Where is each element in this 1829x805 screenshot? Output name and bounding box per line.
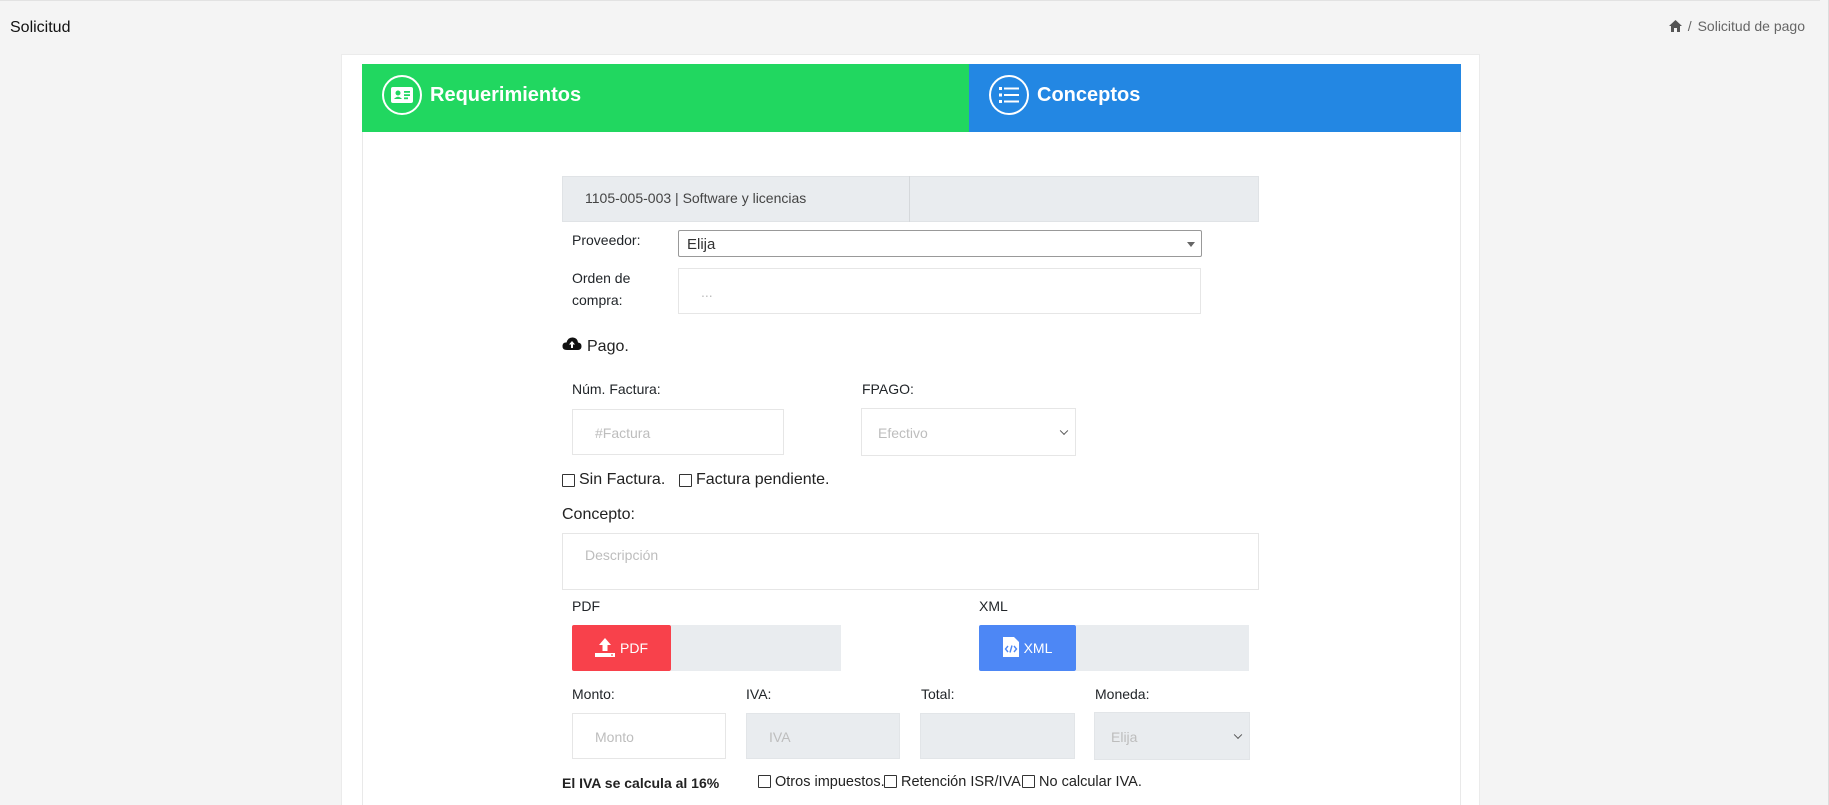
monto-label: Monto: <box>572 686 615 702</box>
num-factura-label: Núm. Factura: <box>572 381 661 397</box>
xml-upload-button[interactable]: XML <box>979 625 1076 671</box>
otros-impuestos-checkbox[interactable] <box>758 775 771 788</box>
breadcrumb-current: Solicitud de pago <box>1697 18 1805 34</box>
concepto-label: Concepto: <box>562 506 635 523</box>
num-factura-placeholder: #Factura <box>595 425 651 441</box>
no-calcular-iva-label: No calcular IVA. <box>1039 774 1142 790</box>
sin-factura-checkbox[interactable] <box>562 474 575 487</box>
num-factura-input[interactable]: #Factura <box>572 409 784 455</box>
chevron-down-icon <box>1187 242 1195 247</box>
orden-compra-placeholder: ... <box>701 284 713 300</box>
tab-conceptos[interactable]: Conceptos <box>969 64 1461 132</box>
top-border <box>0 0 1829 1</box>
concepto-textarea[interactable]: Descripción <box>562 533 1259 590</box>
xml-label: XML <box>979 598 1008 614</box>
pdf-upload-label: PDF <box>620 640 648 656</box>
retencion-checkbox[interactable] <box>884 775 897 788</box>
proveedor-label: Proveedor: <box>572 232 641 248</box>
proveedor-select[interactable]: Elija <box>678 230 1202 257</box>
factura-pendiente-checkbox[interactable] <box>679 474 692 487</box>
tab-requerimientos-label: Requerimientos <box>430 83 582 106</box>
xml-upload-label: XML <box>1023 640 1053 656</box>
total-input <box>920 713 1075 759</box>
tab-conceptos-label: Conceptos <box>1037 83 1141 106</box>
moneda-select[interactable]: Elija <box>1094 712 1250 760</box>
orden-compra-label-line1: Orden de <box>572 270 631 286</box>
breadcrumb: / Solicitud de pago <box>1668 18 1805 34</box>
page-title: Solicitud <box>10 19 71 36</box>
retencion-label: Retención ISR/IVA. <box>901 774 1025 790</box>
monto-placeholder: Monto <box>595 729 634 745</box>
id-card-icon <box>382 75 422 115</box>
wizard-tabs: Requerimientos Conceptos <box>362 64 1461 132</box>
upload-icon <box>595 637 615 660</box>
otros-impuestos-label: Otros impuestos. <box>775 774 885 790</box>
list-icon <box>989 75 1029 115</box>
iva-note: El IVA se calcula al 16% <box>562 775 720 791</box>
iva-placeholder: IVA <box>769 729 791 745</box>
factura-pendiente-label: Factura pendiente. <box>696 471 830 488</box>
orden-compra-label-line2: compra: <box>572 292 623 308</box>
proveedor-select-value: Elija <box>687 236 716 253</box>
fpago-label: FPAGO: <box>862 381 914 397</box>
moneda-select-value: Elija <box>1111 729 1138 745</box>
pdf-file-display <box>671 625 841 671</box>
file-code-icon <box>1002 636 1019 660</box>
monto-input[interactable]: Monto <box>572 713 726 759</box>
chevron-down-icon <box>1059 426 1069 436</box>
pdf-upload-button[interactable]: PDF <box>572 625 671 671</box>
cloud-upload-icon <box>562 337 582 356</box>
moneda-label: Moneda: <box>1095 686 1150 702</box>
no-calcular-iva-checkbox[interactable] <box>1022 775 1035 788</box>
xml-file-display <box>1076 625 1249 671</box>
breadcrumb-separator: / <box>1687 18 1692 34</box>
cuenta-value: 1105-005-003 | Software y licencias <box>585 190 807 206</box>
fpago-select[interactable]: Efectivo <box>861 408 1076 456</box>
chevron-down-icon <box>1233 730 1243 740</box>
concepto-placeholder: Descripción <box>585 547 659 563</box>
tab-requerimientos[interactable]: Requerimientos <box>362 64 969 132</box>
cuenta-divider <box>909 176 910 222</box>
fpago-select-value: Efectivo <box>878 425 928 441</box>
home-icon[interactable] <box>1668 20 1682 32</box>
pdf-label: PDF <box>572 598 600 614</box>
sin-factura-label: Sin Factura. <box>579 471 666 488</box>
iva-input: IVA <box>746 713 900 759</box>
orden-compra-input[interactable]: ... <box>678 268 1201 314</box>
pago-heading: Pago. <box>562 337 629 356</box>
pago-heading-text: Pago. <box>587 337 629 355</box>
total-label: Total: <box>921 686 955 702</box>
iva-label: IVA: <box>746 686 772 702</box>
